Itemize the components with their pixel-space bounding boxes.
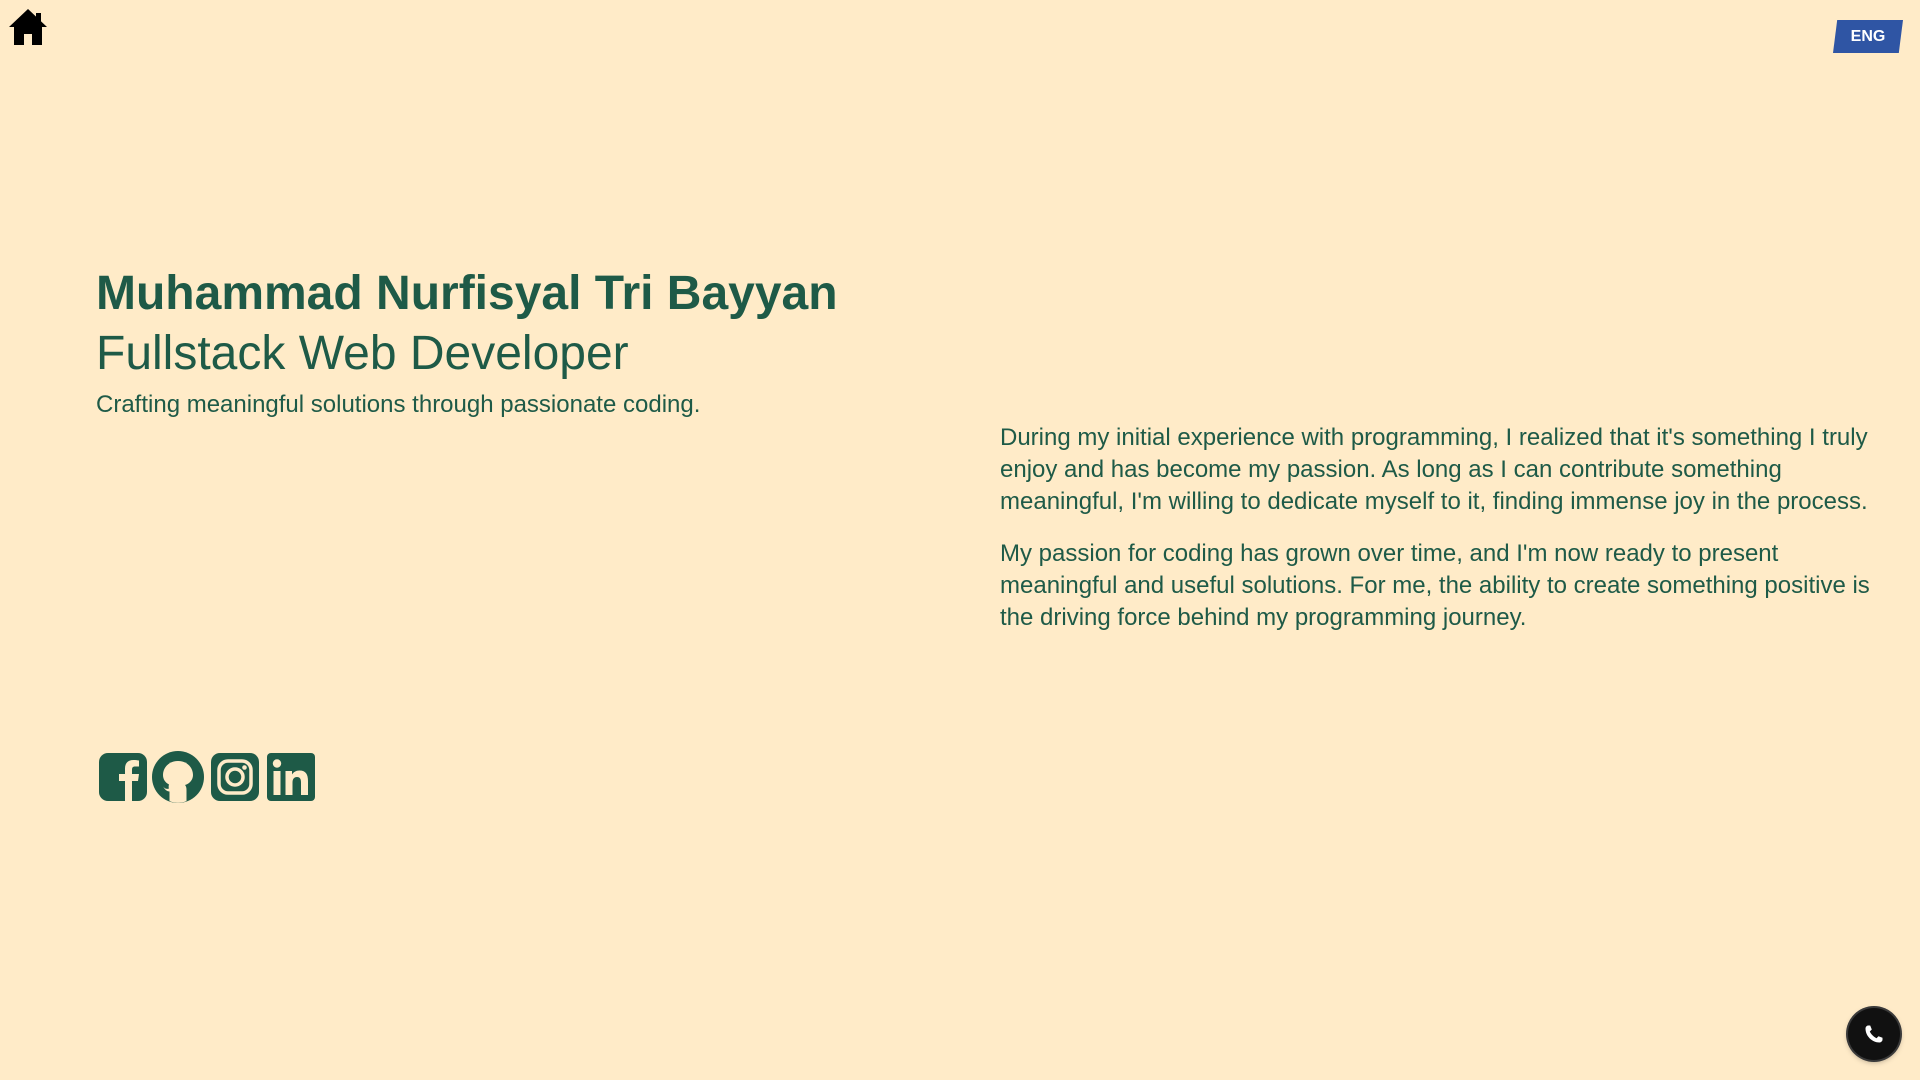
instagram-icon <box>211 753 259 801</box>
tagline: Crafting meaningful solutions through pa… <box>96 391 701 418</box>
home-link[interactable] <box>7 6 49 48</box>
linkedin-link[interactable] <box>264 748 316 804</box>
about-paragraph: During my initial experience with progra… <box>1000 424 1868 515</box>
developer-role: Fullstack Web Developer <box>96 327 629 380</box>
linkedin-icon <box>267 753 315 801</box>
facebook-icon <box>99 753 147 801</box>
about-paragraph: My passion for coding has grown over tim… <box>1000 540 1870 631</box>
language-toggle-button[interactable]: ENG <box>1833 20 1903 53</box>
social-links <box>96 748 316 804</box>
facebook-link[interactable] <box>96 748 148 804</box>
phone-icon <box>1865 1025 1883 1043</box>
instagram-link[interactable] <box>208 748 260 804</box>
github-link[interactable] <box>152 748 204 804</box>
home-icon <box>9 9 47 45</box>
developer-name: Muhammad Nurfisyal Tri Bayyan <box>96 267 838 320</box>
about-section: During my initial experience with progra… <box>1000 422 1880 654</box>
call-button[interactable] <box>1848 1008 1900 1060</box>
hero-section: Muhammad Nurfisyal Tri Bayyan Fullstack … <box>96 262 956 422</box>
github-icon <box>152 751 204 803</box>
